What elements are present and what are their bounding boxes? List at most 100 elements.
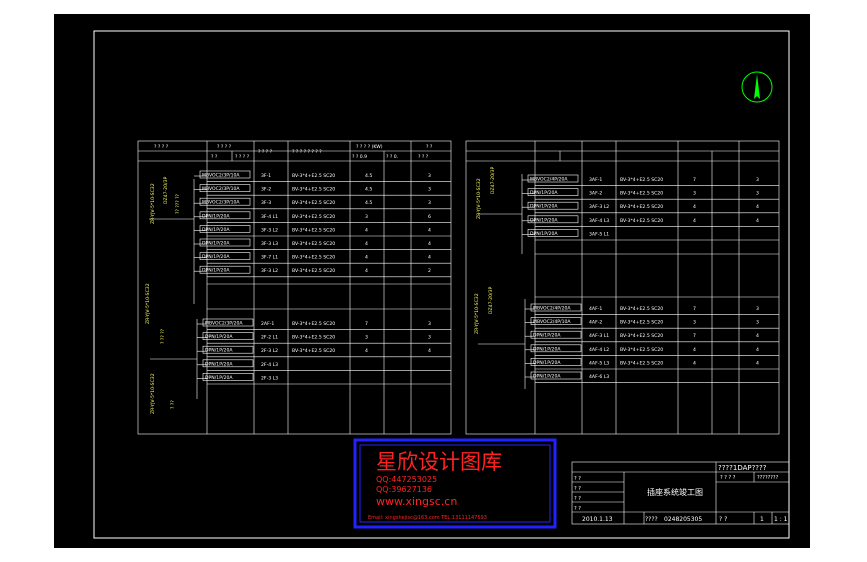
right-b-count-3: 4 (756, 347, 759, 353)
left-b-cable-1: BV-3*4+E2.5 SC20 (292, 335, 335, 341)
left-a-count-3: 6 (428, 214, 431, 220)
left-b-kw-0: 7 (365, 321, 368, 327)
left-b-breaker-0: MBVOC2/3P/20A (205, 321, 243, 327)
right-b-breaker-0: MBVOC2/4P/20A (533, 306, 571, 312)
title-block: ????1DAP???? ? ? ? ? ???????? ? ? ? ? ? … (571, 461, 790, 525)
left-a-kw-0: 4.5 (365, 173, 372, 179)
title-block-code-label: ???? (645, 516, 658, 523)
right-b-count-2: 4 (756, 333, 759, 339)
left-a-count-4: 4 (428, 227, 431, 233)
right-b-cable-0: BV-3*4+E2.5 SC20 (620, 306, 663, 312)
right-b-breaker-1: MBVOC2/4P/10A (533, 319, 571, 325)
watermark-qq1: QQ:447253025 (376, 475, 437, 484)
right-b-kw-0: 7 (693, 306, 696, 312)
left-a-breaker-0: MBVOC2/3P/10A (202, 173, 240, 179)
left-header-col-b-sub1: ? ? (211, 154, 218, 160)
right-a-circuit-1: 3AF-2 (589, 191, 602, 197)
left-a-cable-3: BV-3*4+E2.5 SC20 (292, 214, 335, 220)
left-a-count-6: 4 (428, 255, 431, 261)
watermark-title: 星欣设计图库 (376, 450, 502, 474)
left-side-label-2: DZ47-20/3P (163, 176, 169, 204)
right-a-breaker-1: DPN/1P/20A (530, 190, 558, 196)
left-b-cable-2: BV-3*4+E2.5 SC20 (292, 348, 335, 354)
watermark-email: Email: xingshejisc@163.com TEL:131111475… (368, 515, 487, 521)
title-block-scale: 1 : 1 (774, 516, 788, 523)
left-header-col-b-sub2: ? ? ? ? (235, 154, 250, 160)
right-b-count-1: 3 (756, 320, 759, 326)
right-b-cable-3: BV-3*4+E2.5 SC20 (620, 347, 663, 353)
left-header-col-c: ? ? ? ? (258, 149, 273, 155)
left-header-col-e-sub1: ? ? 0.9 (352, 154, 367, 160)
left-a-circuit-1: 3F-2 (261, 187, 271, 193)
title-block-sheet-label: ? ? (719, 516, 727, 523)
right-a-breaker-2: DPN/1P/20A (530, 204, 558, 210)
left-a-circuit-3: 3F-4 L1 (261, 214, 278, 220)
left-b-count-0: 3 (428, 321, 431, 327)
left-b-circuit-0: 2AF-1 (261, 321, 274, 327)
left-header-col-f: ? ? (426, 144, 433, 150)
right-b-circuit-4: 4AF-5 L3 (589, 360, 609, 366)
right-distribution-table: ZR-YJV-5*10-SC32 DZ47-20/3P ZR-YJV-5*10-… (465, 140, 780, 435)
left-side-label-1: ZR-YJV-5*10-SC32 (150, 183, 156, 224)
right-side-label-2: DZ47-20/3P (490, 166, 496, 194)
drawing-name: 插座系统竣工图 (647, 487, 703, 497)
left-a-cable-5: BV-3*4+E2.5 SC20 (292, 241, 335, 247)
left-b-breaker-2: DPN/1P/20A (205, 348, 233, 354)
left-a-count-1: 3 (428, 187, 431, 193)
left-a-breaker-3: DPN/1P/20A (202, 213, 230, 219)
right-b-kw-1: 3 (693, 320, 696, 326)
left-a-kw-2: 4.5 (365, 200, 372, 206)
left-a-breaker-7: DPN/1P/20A (202, 268, 230, 274)
left-a-cable-0: BV-3*4+E2.5 SC20 (292, 173, 335, 179)
cad-viewport[interactable]: ? ? ? ? ? ? ? ? ? ? ? ? ? ? ? ? ? ? ? ? … (54, 14, 810, 548)
north-arrow-icon (741, 71, 773, 103)
right-b-kw-2: 7 (693, 333, 696, 339)
left-a-kw-5: 4 (365, 241, 368, 247)
right-a-breaker-3: DPN/1P/20A (530, 217, 558, 223)
left-a-breaker-6: DPN/1P/20A (202, 254, 230, 260)
left-a-count-7: 2 (428, 268, 431, 274)
left-header-col-e: ? ? ? ? (KW) (356, 144, 383, 150)
left-b-cable-0: BV-3*4+E2.5 SC20 (292, 321, 335, 327)
left-b-circuit-1: 2F-2 L1 (261, 335, 278, 341)
right-a-kw-2: 4 (693, 204, 696, 210)
left-header-col-e-sub2: ? ? 0. (386, 154, 398, 160)
left-b-breaker-3: DPN/1P/20A (205, 361, 233, 367)
right-b-circuit-2: 4AF-3 L1 (589, 333, 609, 339)
left-a-breaker-1: MBVOC2/3P/10A (202, 186, 240, 192)
left-a-circuit-5: 3F-3 L3 (261, 241, 278, 247)
right-b-circuit-0: 4AF-1 (589, 306, 602, 312)
title-block-row-4: ? ? (574, 506, 581, 512)
left-header-col-a: ? ? ? ? (154, 144, 169, 150)
title-block-sub1: ? ? ? ? (720, 475, 736, 481)
left-header-col-d: ? ? ? ? ? ? ? ? (292, 149, 322, 155)
right-a-cable-0: BV-3*4+E2.5 SC20 (620, 177, 663, 183)
title-block-row-2: ? ? (574, 486, 581, 492)
right-a-cable-1: BV-3*4+E2.5 SC20 (620, 191, 663, 197)
left-a-kw-1: 4.5 (365, 187, 372, 193)
left-a-breaker-5: DPN/1P/20A (202, 241, 230, 247)
left-b-count-1: 3 (428, 335, 431, 341)
left-a-breaker-4: DPN/1P/20A (202, 227, 230, 233)
right-a-circuit-3: 3AF-4 L3 (589, 218, 609, 224)
right-b-circuit-1: 4AF-2 (589, 320, 602, 326)
right-b-cable-2: BV-3*4+E2.5 SC20 (620, 333, 663, 339)
left-a-kw-3: 3 (365, 214, 368, 220)
watermark-stamp: 星欣设计图库 QQ:447253025 QQ:39627136 www.xing… (353, 438, 557, 529)
left-a-count-5: 4 (428, 241, 431, 247)
right-b-breaker-2: DPN/1P/20A (533, 333, 561, 339)
right-b-circuit-5: 4AF-6 L3 (589, 374, 609, 380)
left-side-label-6: ZR-YJV-5*10-SC32 (150, 373, 156, 414)
title-block-row-1: ? ? (574, 476, 581, 482)
right-a-breaker-0: MBVOC2/4P/20A (530, 177, 568, 183)
left-a-circuit-2: 3F-3 (261, 200, 271, 206)
left-b-kw-2: 4 (365, 348, 368, 354)
right-a-kw-3: 4 (693, 218, 696, 224)
right-a-breaker-4: DPN/1P/20A (530, 231, 558, 237)
right-b-breaker-4: DPN/1P/20A (533, 360, 561, 366)
right-side-label-4: DZ47-20/3P (488, 286, 494, 314)
right-a-kw-0: 7 (693, 177, 696, 183)
right-a-count-2: 4 (756, 204, 759, 210)
left-a-circuit-7: 3F-3 L2 (261, 268, 278, 274)
left-side-label-3: ?? ??? ?? (175, 193, 181, 214)
